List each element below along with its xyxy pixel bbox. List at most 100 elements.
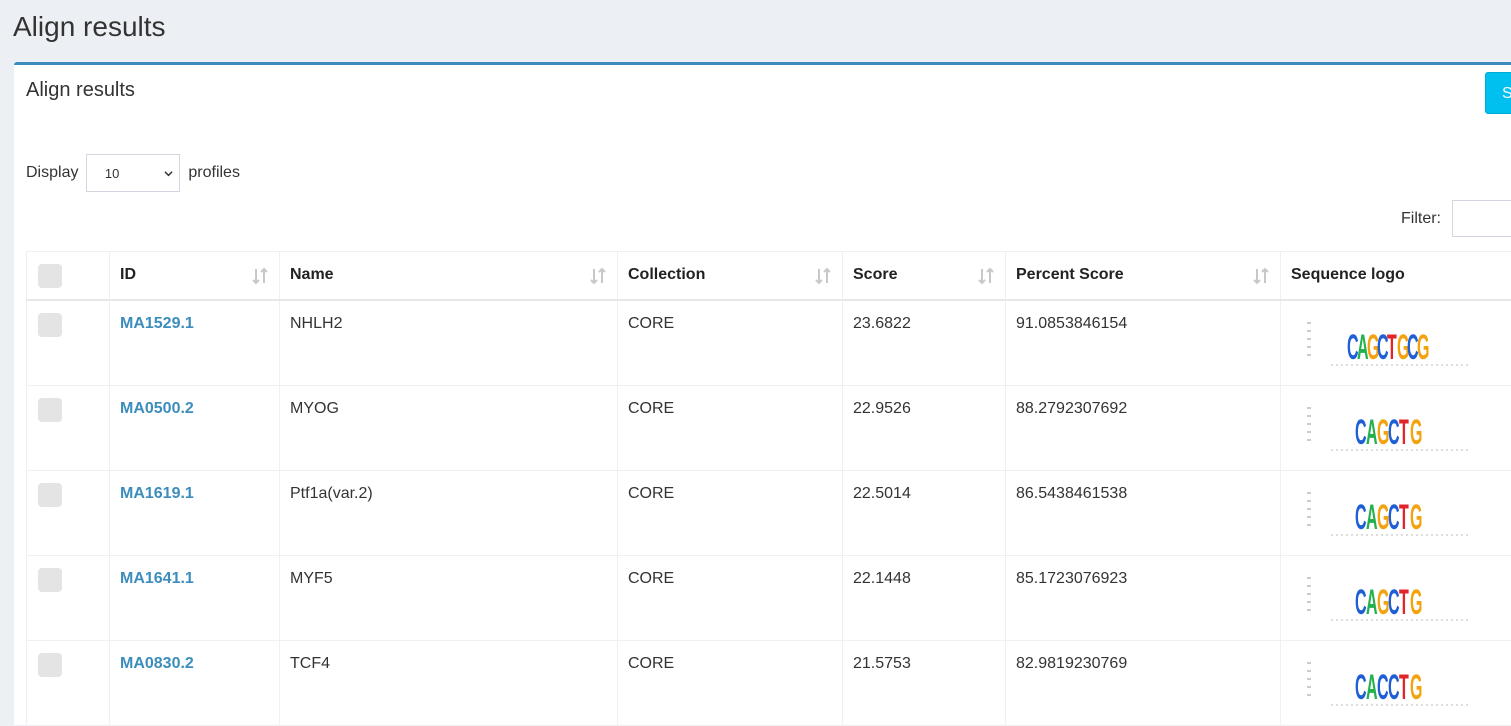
logo-letter: T <box>1399 666 1409 706</box>
select-all-cell <box>27 252 110 300</box>
logo-letter: A <box>1366 581 1378 621</box>
select-cell <box>27 300 110 386</box>
column-header-sequence-logo: Sequence logo <box>1281 252 1511 300</box>
id-cell: MA1641.1 <box>110 555 280 640</box>
filter-input[interactable] <box>1452 200 1511 237</box>
results-box: Align results S Display 10 profiles Filt… <box>14 62 1511 725</box>
row-checkbox[interactable] <box>38 313 62 337</box>
sequence-logo-image: CAGCTG <box>1293 483 1473 543</box>
logo-letter: C <box>1355 666 1367 706</box>
table-row: MA0500.2MYOGCORE22.952688.2792307692CAGC… <box>27 385 1511 470</box>
logo-letter: T <box>1399 581 1409 621</box>
sort-icon <box>1252 267 1270 285</box>
sort-icon <box>977 267 995 285</box>
name-cell: MYF5 <box>280 555 618 640</box>
logo-letter: C <box>1355 411 1367 451</box>
filter-label: Filter: <box>1401 210 1441 227</box>
column-header-score[interactable]: Score <box>843 252 1006 300</box>
sequence-logo-cell: CAGCTG <box>1281 555 1511 640</box>
name-cell: MYOG <box>280 385 618 470</box>
sequence-logo-image: CAGCTG <box>1293 398 1473 458</box>
sequence-logo-cell: CACCTG <box>1281 640 1511 725</box>
collection-cell: CORE <box>618 385 843 470</box>
id-cell: MA0830.2 <box>110 640 280 725</box>
column-header-collection[interactable]: Collection <box>618 252 843 300</box>
table-row: MA0830.2TCF4CORE21.575382.9819230769CACC… <box>27 640 1511 725</box>
select-cell <box>27 470 110 555</box>
logo-letter: C <box>1355 581 1367 621</box>
name-cell: Ptf1a(var.2) <box>280 470 618 555</box>
table-row: MA1641.1MYF5CORE22.144885.1723076923CAGC… <box>27 555 1511 640</box>
score-cell: 23.6822 <box>843 300 1006 386</box>
sort-icon <box>251 267 269 285</box>
sort-icon <box>589 267 607 285</box>
length-menu-prefix: Display <box>26 164 78 181</box>
score-cell: 22.1448 <box>843 555 1006 640</box>
profile-id-link[interactable]: MA0830.2 <box>120 655 194 672</box>
select-cell <box>27 555 110 640</box>
logo-letter: T <box>1399 496 1409 536</box>
score-cell: 22.5014 <box>843 470 1006 555</box>
logo-letter: C <box>1388 581 1400 621</box>
name-cell: TCF4 <box>280 640 618 725</box>
collection-cell: CORE <box>618 555 843 640</box>
column-header-percent-score[interactable]: Percent Score <box>1006 252 1281 300</box>
filter: Filter: <box>1401 200 1441 238</box>
row-checkbox[interactable] <box>38 483 62 507</box>
row-checkbox[interactable] <box>38 653 62 677</box>
percent-score-cell: 82.9819230769 <box>1006 640 1281 725</box>
logo-letter: A <box>1366 411 1378 451</box>
score-cell: 22.9526 <box>843 385 1006 470</box>
page-title: Align results <box>13 8 166 46</box>
collection-cell: CORE <box>618 470 843 555</box>
sequence-logo-cell: CAGCTGCG <box>1281 300 1511 386</box>
logo-letter: G <box>1417 326 1429 366</box>
sequence-logo-image: CAGCTGCG <box>1293 313 1473 373</box>
profile-id-link[interactable]: MA1641.1 <box>120 570 194 587</box>
profile-id-link[interactable]: MA0500.2 <box>120 400 194 417</box>
score-cell: 21.5753 <box>843 640 1006 725</box>
percent-score-cell: 85.1723076923 <box>1006 555 1281 640</box>
logo-letter: G <box>1410 496 1422 536</box>
profile-id-link[interactable]: MA1529.1 <box>120 315 194 332</box>
row-checkbox[interactable] <box>38 398 62 422</box>
column-header-id[interactable]: ID <box>110 252 280 300</box>
percent-score-cell: 91.0853846154 <box>1006 300 1281 386</box>
logo-letter: C <box>1388 411 1400 451</box>
table-row: MA1619.1 Ptf1a(var.2)CORE22.501486.543846… <box>27 470 1511 555</box>
length-menu-suffix: profiles <box>188 164 240 181</box>
logo-letter: C <box>1377 666 1389 706</box>
select-all-checkbox[interactable] <box>38 264 62 288</box>
logo-letter: C <box>1388 666 1400 706</box>
logo-letter: C <box>1388 496 1400 536</box>
sort-icon <box>814 267 832 285</box>
row-checkbox[interactable] <box>38 568 62 592</box>
id-cell: MA1619.1 <box>110 470 280 555</box>
id-cell: MA1529.1 <box>110 300 280 386</box>
logo-letter: G <box>1410 666 1422 706</box>
logo-letter: A <box>1366 666 1378 706</box>
logo-letter: G <box>1410 411 1422 451</box>
chevron-down-icon <box>164 169 173 178</box>
collection-cell: CORE <box>618 640 843 725</box>
percent-score-cell: 88.2792307692 <box>1006 385 1281 470</box>
percent-score-cell: 86.5438461538 <box>1006 470 1281 555</box>
logo-letter: G <box>1410 581 1422 621</box>
collection-cell: CORE <box>618 300 843 386</box>
sequence-logo-image: CAGCTG <box>1293 568 1473 628</box>
profiles-per-page-select[interactable]: 10 <box>86 154 180 192</box>
logo-letter: A <box>1366 496 1378 536</box>
profile-id-link[interactable]: MA1619.1 <box>120 485 194 502</box>
select-cell <box>27 385 110 470</box>
name-cell: NHLH2 <box>280 300 618 386</box>
results-table: ID Name Collection Score Percent Score S… <box>26 251 1511 726</box>
sequence-logo-cell: CAGCTG <box>1281 385 1511 470</box>
profiles-per-page-value: 10 <box>105 166 119 181</box>
column-header-name[interactable]: Name <box>280 252 618 300</box>
select-cell <box>27 640 110 725</box>
id-cell: MA0500.2 <box>110 385 280 470</box>
logo-letter: T <box>1399 411 1409 451</box>
logo-letter: T <box>1387 326 1397 366</box>
length-menu: Display 10 profiles <box>26 154 240 192</box>
top-right-button[interactable]: S <box>1485 72 1511 114</box>
